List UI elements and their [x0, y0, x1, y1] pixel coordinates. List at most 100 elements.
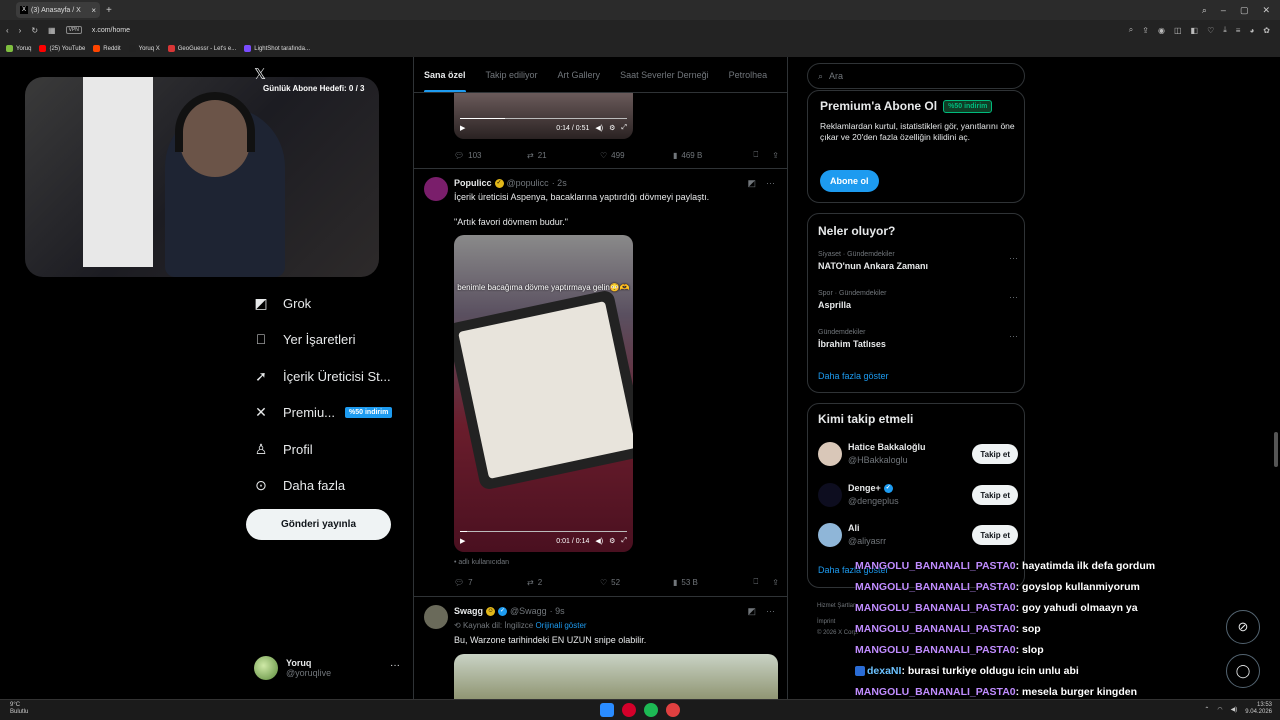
suggestion-handle[interactable]: @dengeplus: [848, 496, 899, 506]
follow-button[interactable]: Takip et: [972, 525, 1018, 545]
search-tabs-icon[interactable]: ⌕: [1202, 5, 1207, 16]
suggestion-name[interactable]: Ali: [848, 523, 860, 533]
volume-icon[interactable]: ◀): [595, 124, 603, 132]
sidebar-item-premiu-[interactable]: ✕ Premiu... %50 indirim: [253, 395, 423, 432]
video-player[interactable]: benimle bacağıma dövme yaptırmaya gelin😳…: [454, 235, 633, 552]
follow-button[interactable]: Takip et: [972, 444, 1018, 464]
close-window-icon[interactable]: ✕: [1262, 5, 1270, 16]
zoom-icon[interactable]: ⌕: [1129, 25, 1133, 35]
suggestion-name[interactable]: Denge+ ✓: [848, 483, 893, 493]
sidebar-item-daha-fazla[interactable]: ⊙ Daha fazla: [253, 468, 423, 505]
more-dots-icon[interactable]: ···: [766, 606, 775, 617]
timeline-tab[interactable]: Takip ediliyor: [476, 57, 548, 92]
suggestion-handle[interactable]: @HBakkaloglu: [848, 455, 908, 465]
sidebar-item-grok[interactable]: ◩ Grok: [253, 285, 423, 322]
bookmark-item[interactable]: Yoruq X: [128, 45, 160, 52]
page-scrollbar[interactable]: [1274, 432, 1278, 467]
camera-icon[interactable]: ◉: [1158, 26, 1165, 35]
reply-button[interactable]: 💬︎ 7: [454, 578, 527, 587]
more-dots-icon[interactable]: ···: [1009, 331, 1018, 341]
bookmark-icon[interactable]: ⎕: [753, 150, 758, 160]
timeline-tab[interactable]: Saat Severler Derneği: [610, 57, 719, 92]
like-button[interactable]: ♡ 52: [600, 578, 673, 587]
follow-button[interactable]: Takip et: [972, 485, 1018, 505]
reload-icon[interactable]: ↻: [31, 26, 38, 35]
bookmark-item[interactable]: Reddit: [93, 45, 121, 52]
video-progress-bar[interactable]: [460, 530, 627, 532]
author-handle[interactable]: @Swagg: [510, 606, 547, 616]
forward-icon[interactable]: ›: [19, 26, 22, 35]
show-more-link[interactable]: Daha fazla göster: [818, 371, 889, 381]
back-icon[interactable]: ‹: [6, 26, 9, 35]
snapshot-icon[interactable]: ◫: [1174, 26, 1182, 35]
avatar[interactable]: [424, 605, 448, 629]
avatar[interactable]: [818, 523, 842, 547]
bookmark-item[interactable]: LightShot tarafında...: [244, 45, 310, 52]
timeline-tab[interactable]: Petrolhea: [719, 57, 778, 92]
post-button[interactable]: Gönderi yayınla: [246, 509, 391, 540]
grok-icon[interactable]: ◩: [747, 178, 756, 189]
author-name[interactable]: Swagg: [454, 606, 483, 616]
spotify-icon[interactable]: [644, 703, 658, 717]
reply-button[interactable]: 💬︎ 103: [454, 151, 527, 160]
views-button[interactable]: ▮ 53 B: [673, 578, 746, 587]
post-time[interactable]: · 9s: [550, 606, 565, 616]
fullscreen-icon[interactable]: ⤢: [621, 124, 627, 132]
extension-icon[interactable]: ◧: [1191, 26, 1199, 35]
download-icon[interactable]: ⤓: [1223, 25, 1227, 35]
grok-icon[interactable]: ◩: [747, 606, 756, 617]
minimize-icon[interactable]: –: [1221, 5, 1226, 15]
bookmark-item[interactable]: GeoGuessr - Let's e...: [167, 45, 236, 52]
bookmark-item[interactable]: Yoruq: [6, 45, 31, 52]
footer-link[interactable]: Hizmet Şartları: [817, 603, 857, 609]
views-button[interactable]: ▮ 469 B: [673, 151, 746, 160]
footer-link[interactable]: İmprint: [817, 619, 835, 625]
more-dots-icon[interactable]: ···: [1009, 292, 1018, 302]
author-name[interactable]: Populicc: [454, 178, 492, 188]
trend-item[interactable]: Gündemdekiler İbrahim Tatlıses ···: [818, 329, 1018, 349]
app-icon[interactable]: [666, 703, 680, 717]
volume-icon[interactable]: ◀): [595, 537, 603, 545]
avatar[interactable]: [818, 442, 842, 466]
maximize-icon[interactable]: ▢: [1240, 5, 1249, 16]
share-icon[interactable]: ⇪: [772, 578, 779, 587]
repost-button[interactable]: ⇄ 21: [527, 151, 600, 160]
tray-arrow-icon[interactable]: ⌃: [1204, 706, 1209, 713]
sidebar-item-profil[interactable]: ♙ Profil: [253, 431, 423, 468]
sidebar-item-i-çerik-üreticisi-st-[interactable]: ➚ İçerik Üreticisi St...: [253, 358, 423, 395]
opera-icon[interactable]: [622, 703, 636, 717]
timeline-tab[interactable]: Sana özel: [414, 57, 476, 92]
trend-item[interactable]: Siyaset · Gündemdekiler NATO'nun Ankara Z…: [818, 251, 1018, 271]
wifi-icon[interactable]: ◠: [1217, 706, 1222, 713]
post-media[interactable]: [454, 654, 778, 699]
suggestion-name[interactable]: Hatice Bakkaloğlu: [848, 442, 926, 452]
post-time[interactable]: · 2s: [552, 178, 567, 188]
bookmark-icon[interactable]: ⎕: [753, 577, 758, 587]
avatar[interactable]: [424, 177, 448, 201]
avatar[interactable]: [818, 483, 842, 507]
settings-icon[interactable]: ⚙: [609, 124, 615, 132]
account-switcher[interactable]: Yoruq @yoruqlive ···: [254, 654, 404, 682]
author-handle[interactable]: @populicc: [507, 178, 549, 188]
close-tab-icon[interactable]: ×: [91, 6, 96, 15]
favorite-icon[interactable]: ♡: [1207, 26, 1214, 35]
grid-icon[interactable]: ▦: [48, 26, 56, 35]
volume-icon[interactable]: ◀): [1231, 706, 1238, 713]
video-player[interactable]: ▶ 0:14 / 0:51 ◀) ⚙ ⤢: [454, 93, 633, 139]
clock[interactable]: 13:53 9.04.2026: [1245, 702, 1272, 716]
settings-icon[interactable]: ⚙: [609, 537, 615, 545]
play-icon[interactable]: ▶: [460, 537, 465, 545]
more-dots-icon[interactable]: ···: [1009, 253, 1018, 263]
repost-button[interactable]: ⇄ 2: [527, 578, 600, 587]
sidebar-item-yer-i-şaretleri[interactable]: ⎕ Yer İşaretleri: [253, 322, 423, 359]
like-button[interactable]: ♡ 499: [600, 151, 673, 160]
show-original-link[interactable]: Orijinali göster: [535, 621, 586, 630]
url-field[interactable]: x.com/home: [92, 27, 130, 34]
menu-icon[interactable]: ≡: [1236, 26, 1241, 35]
timeline-tab[interactable]: Art Gallery: [548, 57, 611, 92]
more-dots-icon[interactable]: ···: [390, 660, 400, 671]
trend-item[interactable]: Spor · Gündemdekiler Asprilla ···: [818, 290, 1018, 310]
more-dots-icon[interactable]: ···: [766, 178, 775, 189]
video-progress-bar[interactable]: [460, 117, 627, 119]
windows-start-icon[interactable]: [600, 703, 614, 717]
